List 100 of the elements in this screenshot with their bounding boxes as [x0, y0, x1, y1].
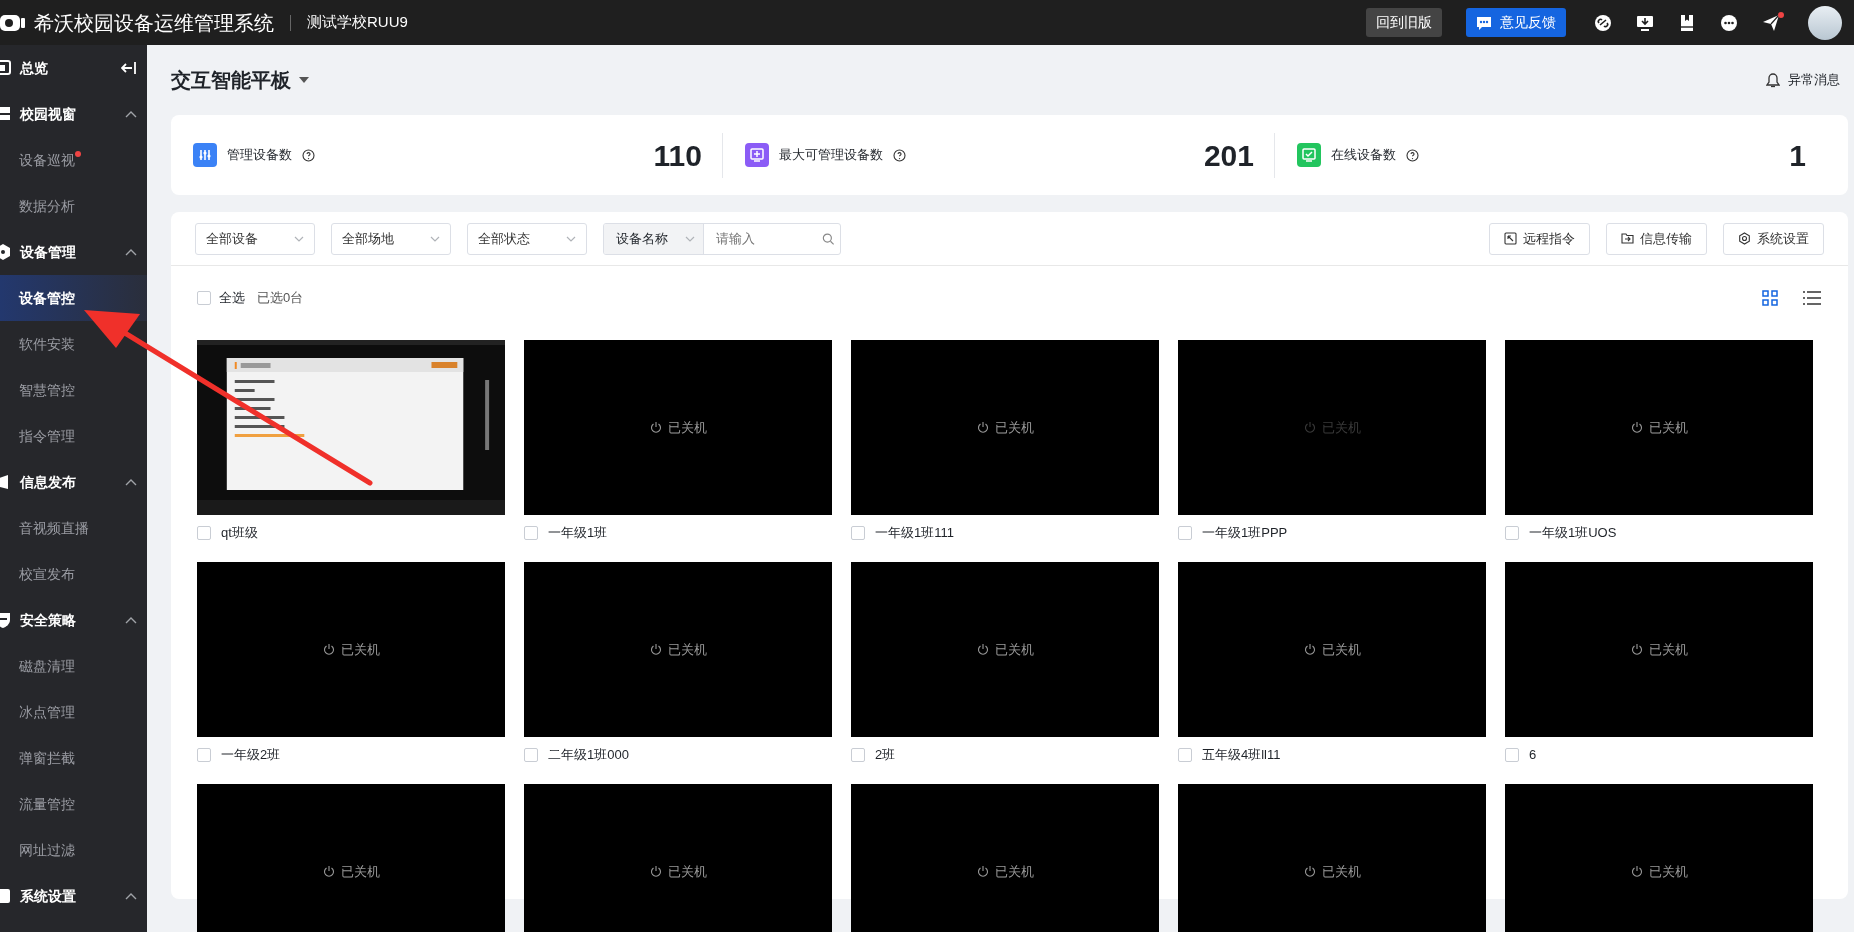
power-icon: [1630, 643, 1643, 656]
power-icon: [1303, 643, 1316, 656]
book-icon[interactable]: [1678, 13, 1696, 32]
device-checkbox[interactable]: 2班: [851, 747, 1159, 763]
stat-value: 1: [1789, 137, 1806, 174]
chevron-up-icon[interactable]: [125, 478, 137, 486]
sidebar-item[interactable]: 系统设置: [20, 885, 76, 907]
device-checkbox[interactable]: qt班级: [197, 525, 505, 541]
stat-label: 管理设备数: [227, 146, 292, 165]
search-icon[interactable]: [821, 231, 834, 246]
bell-icon: [1766, 72, 1780, 88]
device-preview[interactable]: 已关机: [1505, 562, 1813, 737]
device-preview[interactable]: 已关机: [197, 562, 505, 737]
device-checkbox[interactable]: 6: [1505, 747, 1813, 763]
device-preview[interactable]: 已关机: [524, 340, 832, 515]
sidebar-item[interactable]: 流量管控: [19, 793, 75, 815]
stat-label: 最大可管理设备数: [779, 146, 883, 165]
list-view-icon[interactable]: [1802, 290, 1822, 306]
collapse-sidebar-icon[interactable]: [121, 61, 137, 75]
sidebar-item[interactable]: 数据分析: [19, 195, 75, 217]
chevron-up-icon[interactable]: [125, 892, 137, 900]
menu-group-icon: [0, 105, 12, 123]
device-preview[interactable]: 已关机: [1178, 562, 1486, 737]
stat-label: 在线设备数: [1331, 146, 1396, 165]
sidebar-item[interactable]: 智慧管控: [19, 379, 75, 401]
device-preview[interactable]: 已关机: [1505, 784, 1813, 932]
sidebar-item[interactable]: 总览: [20, 57, 48, 79]
power-icon: [1303, 421, 1316, 434]
select-all-checkbox[interactable]: 全选: [197, 288, 245, 308]
sidebar-item[interactable]: 弹窗拦截: [19, 747, 75, 769]
avatar[interactable]: [1808, 5, 1842, 40]
selected-count: 已选0台: [257, 289, 304, 308]
sidebar-item[interactable]: 指令管理: [19, 425, 75, 447]
search-box[interactable]: 设备名称 请输入: [603, 222, 841, 255]
action-button[interactable]: 系统设置: [1723, 222, 1824, 255]
folder-icon: [1621, 232, 1634, 245]
filter-select[interactable]: 全部状态: [467, 222, 587, 255]
device-preview[interactable]: 已关机: [197, 784, 505, 932]
search-field-select[interactable]: 设备名称: [604, 223, 704, 254]
help-icon[interactable]: [1406, 148, 1419, 162]
download-icon[interactable]: [1636, 13, 1654, 32]
sidebar-item[interactable]: 信息发布: [20, 471, 76, 493]
device-checkbox[interactable]: 二年级1班000: [524, 747, 832, 763]
chevron-up-icon[interactable]: [125, 248, 137, 256]
chevron-down-icon: [685, 235, 695, 242]
chevron-up-icon[interactable]: [125, 110, 137, 118]
alerts-link[interactable]: 异常消息: [1766, 70, 1840, 90]
notification-dot: [1778, 11, 1784, 18]
power-icon: [976, 643, 989, 656]
device-preview[interactable]: 已关机: [851, 784, 1159, 932]
sidebar-item[interactable]: 设备管理: [20, 241, 76, 263]
device-checkbox[interactable]: 一年级1班PPP: [1178, 525, 1486, 541]
sidebar-item[interactable]: 冰点管理: [19, 701, 75, 723]
school-selector[interactable]: 测试学校RUU9: [307, 11, 408, 34]
chevron-down-icon: [566, 235, 576, 242]
help-icon[interactable]: [893, 148, 906, 162]
sidebar-item[interactable]: 音视频直播: [19, 517, 89, 539]
filter-select[interactable]: 全部设备: [195, 222, 315, 255]
screen-thumbnail[interactable]: [197, 340, 505, 515]
chevron-down-icon: [430, 235, 440, 242]
chevron-up-icon[interactable]: [125, 616, 137, 624]
sidebar-item[interactable]: 设备巡视: [19, 149, 75, 171]
device-preview[interactable]: 已关机: [524, 562, 832, 737]
power-icon: [1630, 865, 1643, 878]
old-version-button[interactable]: 回到旧版: [1366, 8, 1442, 37]
menu-group-icon: [0, 59, 12, 77]
device-preview[interactable]: 已关机: [851, 562, 1159, 737]
caret-icon: [299, 77, 309, 83]
action-button[interactable]: 远程指令: [1489, 222, 1590, 255]
device-preview[interactable]: 已关机: [524, 784, 832, 932]
filter-select[interactable]: 全部场地: [331, 222, 451, 255]
device-checkbox[interactable]: 一年级1班: [524, 525, 832, 541]
device-preview[interactable]: 已关机: [1178, 784, 1486, 932]
help-icon[interactable]: [302, 148, 315, 162]
device-checkbox[interactable]: 一年级2班: [197, 747, 505, 763]
command-icon: [1504, 232, 1517, 245]
device-checkbox[interactable]: 一年级1班UOS: [1505, 525, 1813, 541]
sidebar-item[interactable]: 校宣发布: [19, 563, 75, 585]
action-button[interactable]: 信息传输: [1606, 222, 1707, 255]
page-title-dropdown[interactable]: 交互智能平板: [171, 68, 309, 92]
power-icon: [1303, 865, 1316, 878]
sidebar-item[interactable]: 磁盘清理: [19, 655, 75, 677]
notification-dot: [75, 151, 81, 157]
app-title: 希沃校园设备运维管理系统: [34, 10, 274, 36]
chevron-down-icon: [294, 235, 304, 242]
more-icon[interactable]: [1720, 13, 1738, 32]
device-checkbox[interactable]: 一年级1班111: [851, 525, 1159, 541]
power-icon: [1630, 421, 1643, 434]
feedback-button[interactable]: 意见反馈: [1466, 8, 1566, 37]
device-preview[interactable]: 已关机: [1505, 340, 1813, 515]
sidebar-item[interactable]: 设备管控: [19, 287, 75, 309]
sidebar-item[interactable]: 软件安装: [19, 333, 75, 355]
send-icon[interactable]: [1762, 13, 1780, 32]
power-icon: [649, 643, 662, 656]
sidebar-item[interactable]: 网址过滤: [19, 839, 75, 861]
sidebar-item[interactable]: 安全策略: [20, 609, 76, 631]
link-icon[interactable]: [1594, 13, 1612, 32]
device-preview[interactable]: 已关机: [851, 340, 1159, 515]
sidebar-item[interactable]: 校园视窗: [20, 103, 76, 125]
device-checkbox[interactable]: 五年级4班ll11: [1178, 747, 1486, 763]
